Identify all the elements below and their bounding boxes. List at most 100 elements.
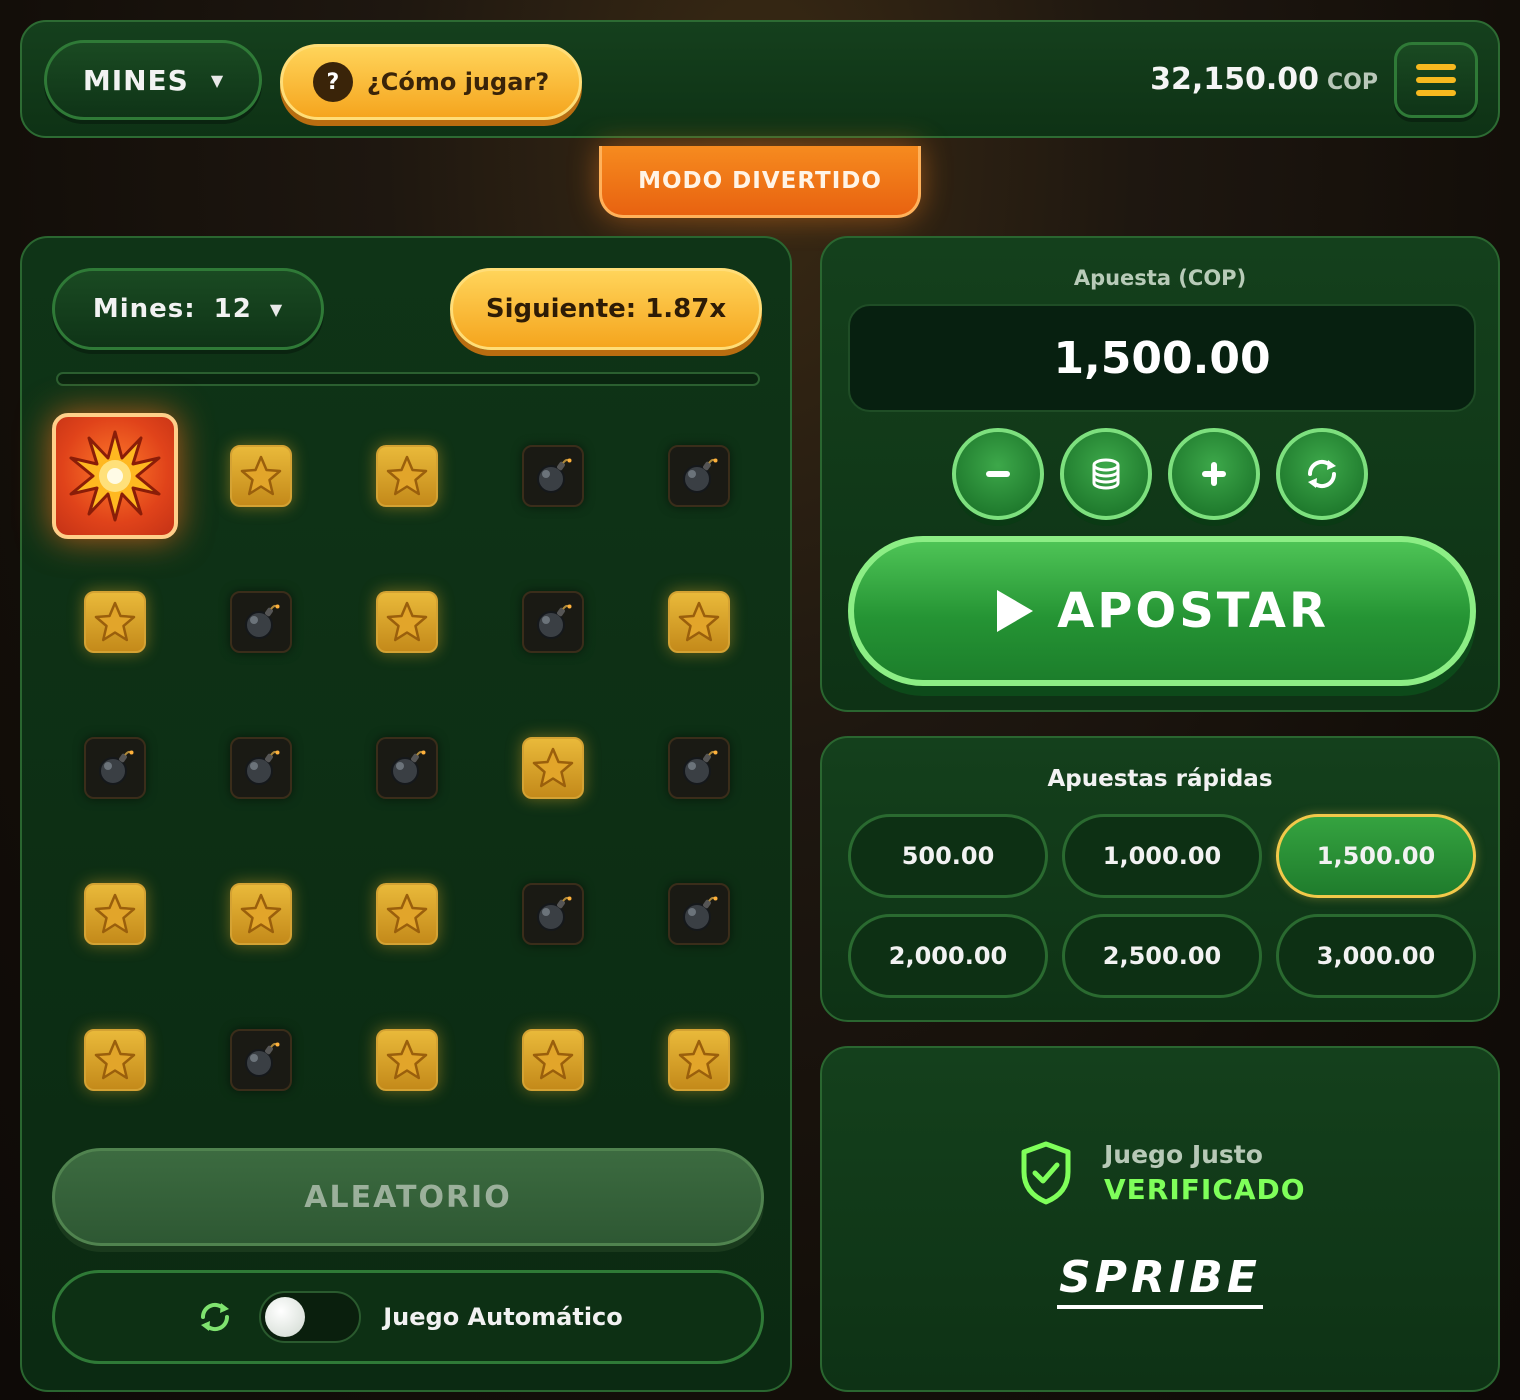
bomb-icon: [668, 737, 730, 799]
refresh-icon: [1307, 459, 1337, 489]
mine-grid: [42, 403, 772, 1133]
hamburger-line: [1416, 90, 1456, 96]
round-progress-bar: [56, 372, 760, 386]
quick-bet-option[interactable]: 2,000.00: [848, 914, 1048, 998]
bet-adjust-tools: [822, 428, 1498, 520]
star-icon: [84, 591, 146, 653]
bomb-icon: [84, 737, 146, 799]
caret-down-icon: ▼: [210, 70, 224, 90]
grid-cell[interactable]: [480, 987, 626, 1133]
grid-cell[interactable]: [334, 841, 480, 987]
place-bet-button[interactable]: APOSTAR: [848, 536, 1476, 686]
play-icon: [997, 590, 1034, 632]
random-pick-button[interactable]: ALEATORIO: [52, 1148, 764, 1246]
explosion-icon: [52, 413, 178, 539]
hamburger-line: [1416, 64, 1456, 70]
repeat-bet-button[interactable]: [1276, 428, 1368, 520]
bomb-icon: [376, 737, 438, 799]
quick-bet-option[interactable]: 500.00: [848, 814, 1048, 898]
grid-cell[interactable]: [42, 841, 188, 987]
mines-count-value: 12: [213, 294, 252, 324]
bomb-icon: [668, 883, 730, 945]
balance-currency: COP: [1327, 70, 1378, 95]
grid-cell[interactable]: [188, 841, 334, 987]
quick-bet-option[interactable]: 2,500.00: [1062, 914, 1262, 998]
provider-logo: SPRIBE: [822, 1252, 1498, 1309]
balance-amount: 32,150.00: [1150, 62, 1320, 97]
increase-bet-button[interactable]: [1168, 428, 1260, 520]
grid-cell[interactable]: [626, 549, 772, 695]
bomb-icon: [522, 445, 584, 507]
next-multiplier-badge: Siguiente: 1.87x: [450, 268, 762, 350]
star-icon: [376, 445, 438, 507]
grid-cell[interactable]: [188, 695, 334, 841]
game-board-panel: Mines: 12 ▼ Siguiente: 1.87x ALEATORIO J…: [20, 236, 792, 1392]
quick-bet-option[interactable]: 1,000.00: [1062, 814, 1262, 898]
fun-mode-badge: MODO DIVERTIDO: [599, 146, 921, 218]
grid-cell[interactable]: [334, 695, 480, 841]
balance-display: 32,150.00 COP: [1150, 62, 1378, 97]
place-bet-label: APOSTAR: [1057, 583, 1329, 639]
mines-count-selector[interactable]: Mines: 12 ▼: [52, 268, 324, 350]
question-icon: ?: [312, 62, 353, 102]
bomb-icon: [230, 737, 292, 799]
star-icon: [230, 883, 292, 945]
auto-refresh-icon: [201, 1302, 230, 1332]
provably-fair-link[interactable]: Juego Justo VERIFICADO: [1018, 1140, 1306, 1206]
bomb-icon: [668, 445, 730, 507]
grid-cell[interactable]: [188, 403, 334, 549]
star-icon: [84, 883, 146, 945]
caret-down-icon: ▼: [269, 299, 284, 319]
auto-play-label: Juego Automático: [383, 1303, 623, 1331]
verified-label: VERIFICADO: [1104, 1173, 1306, 1206]
star-icon: [230, 445, 292, 507]
how-to-play-button[interactable]: ? ¿Cómo jugar?: [280, 44, 582, 120]
grid-cell[interactable]: [188, 987, 334, 1133]
menu-button[interactable]: [1394, 42, 1478, 118]
bomb-icon: [522, 883, 584, 945]
star-icon: [376, 591, 438, 653]
top-bar: MINES ▼ ? ¿Cómo jugar? 32,150.00 COP: [20, 20, 1500, 138]
bomb-icon: [230, 591, 292, 653]
decrease-bet-button[interactable]: [952, 428, 1044, 520]
quick-bets-panel: Apuestas rápidas 500.00 1,000.00 1,500.0…: [820, 736, 1500, 1022]
grid-cell[interactable]: [480, 549, 626, 695]
grid-cell[interactable]: [334, 549, 480, 695]
quick-bet-option[interactable]: 1,500.00: [1276, 814, 1476, 898]
grid-cell[interactable]: [480, 403, 626, 549]
bet-panel: Apuesta (COP) 1,500.00 APOSTAR: [820, 236, 1500, 712]
star-icon: [522, 737, 584, 799]
grid-cell[interactable]: [42, 403, 188, 549]
bet-amount-field[interactable]: 1,500.00: [848, 304, 1476, 412]
quick-bet-option[interactable]: 3,000.00: [1276, 914, 1476, 998]
auto-play-toggle[interactable]: [259, 1291, 362, 1343]
provider-name: SPRIBE: [1057, 1252, 1263, 1309]
grid-cell[interactable]: [626, 695, 772, 841]
star-icon: [84, 1029, 146, 1091]
coins-icon: [1092, 458, 1120, 490]
provably-fair-panel: Juego Justo VERIFICADO SPRIBE: [820, 1046, 1500, 1392]
how-to-play-label: ¿Cómo jugar?: [366, 68, 550, 96]
game-selector[interactable]: MINES ▼: [44, 40, 262, 120]
grid-cell[interactable]: [188, 549, 334, 695]
grid-cell[interactable]: [480, 841, 626, 987]
star-icon: [668, 1029, 730, 1091]
grid-cell[interactable]: [626, 987, 772, 1133]
auto-play-control[interactable]: Juego Automático: [52, 1270, 764, 1364]
quick-bets-grid: 500.00 1,000.00 1,500.00 2,000.00 2,500.…: [848, 814, 1476, 998]
grid-cell[interactable]: [334, 987, 480, 1133]
grid-cell[interactable]: [480, 695, 626, 841]
bomb-icon: [522, 591, 584, 653]
grid-cell[interactable]: [334, 403, 480, 549]
grid-cell[interactable]: [42, 549, 188, 695]
bomb-icon: [230, 1029, 292, 1091]
star-icon: [376, 1029, 438, 1091]
grid-cell[interactable]: [42, 695, 188, 841]
bet-title: Apuesta (COP): [1073, 266, 1247, 290]
grid-cell[interactable]: [42, 987, 188, 1133]
grid-cell[interactable]: [626, 403, 772, 549]
grid-cell[interactable]: [626, 841, 772, 987]
hamburger-line: [1416, 77, 1456, 83]
bet-chips-button[interactable]: [1060, 428, 1152, 520]
mines-count-label: Mines:: [92, 294, 196, 324]
